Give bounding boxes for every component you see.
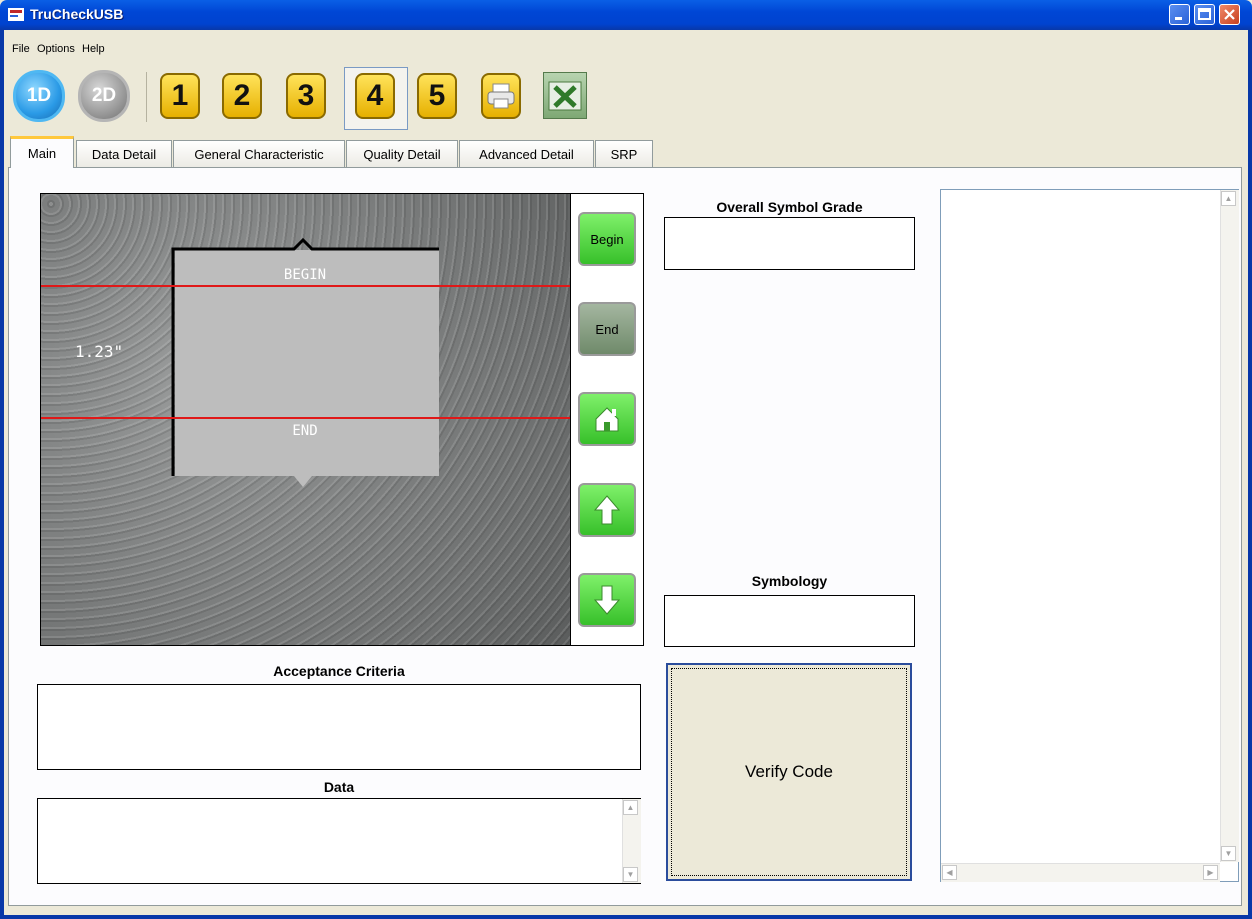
- home-icon[interactable]: [578, 392, 636, 446]
- step-5-button[interactable]: 5: [417, 73, 457, 119]
- app-icon: [8, 7, 24, 22]
- menu-options[interactable]: Options: [37, 43, 75, 55]
- maximize-icon[interactable]: [1194, 4, 1215, 25]
- symbology-label: Symbology: [751, 573, 828, 589]
- tab-data-detail[interactable]: Data Detail: [76, 140, 172, 167]
- arrow-down-icon[interactable]: [578, 573, 636, 627]
- minimize-icon[interactable]: [1169, 4, 1190, 25]
- close-icon[interactable]: [1219, 4, 1240, 25]
- tab-main[interactable]: Main: [10, 136, 74, 168]
- step-2-button[interactable]: 2: [222, 73, 262, 119]
- results-scroll-right-icon[interactable]: ▶: [1203, 865, 1218, 880]
- 1d-button[interactable]: 1D: [13, 70, 65, 122]
- end-button[interactable]: End: [578, 302, 636, 356]
- data-scroll-up-icon[interactable]: ▲: [623, 800, 638, 815]
- results-scroll-left-icon[interactable]: ◀: [942, 865, 957, 880]
- step-3-button[interactable]: 3: [286, 73, 326, 119]
- menu-file[interactable]: File: [12, 43, 30, 55]
- step-4-button[interactable]: 4: [355, 73, 395, 119]
- tab-quality-detail[interactable]: Quality Detail: [346, 140, 458, 167]
- camera-view[interactable]: BEGIN END 1.23": [40, 193, 571, 646]
- excel-export-icon[interactable]: [543, 72, 587, 119]
- data-field[interactable]: [37, 798, 641, 884]
- symbology-field: [664, 595, 915, 647]
- tab-advanced-detail[interactable]: Advanced Detail: [459, 140, 594, 167]
- overall-grade-field: [664, 217, 915, 270]
- begin-button[interactable]: Begin: [578, 212, 636, 266]
- menu-help[interactable]: Help: [82, 43, 105, 55]
- end-marker-label: END: [292, 423, 318, 439]
- overall-grade-label: Overall Symbol Grade: [716, 199, 863, 215]
- measurement-readout: 1.23": [75, 342, 124, 361]
- window-frame-right: [1248, 30, 1252, 919]
- tab-general-characteristic[interactable]: General Characteristic: [173, 140, 345, 167]
- acceptance-criteria-field: [37, 684, 641, 770]
- print-icon[interactable]: [481, 73, 521, 119]
- window-title: TruCheckUSB: [30, 6, 124, 22]
- results-scroll-down-icon[interactable]: ▼: [1221, 846, 1236, 861]
- step-1-button[interactable]: 1: [160, 73, 200, 119]
- data-scroll-down-icon[interactable]: ▼: [623, 867, 638, 882]
- window-frame-bottom: [0, 915, 1252, 919]
- 2d-label: 2D: [91, 85, 117, 106]
- tab-srp[interactable]: SRP: [595, 140, 653, 167]
- 2d-button[interactable]: 2D: [78, 70, 130, 122]
- results-vscrollbar[interactable]: [1220, 190, 1239, 862]
- arrow-up-icon[interactable]: [578, 483, 636, 537]
- title-bar[interactable]: [0, 0, 1252, 30]
- begin-marker-label: BEGIN: [283, 267, 327, 283]
- 1d-label: 1D: [26, 85, 52, 106]
- acceptance-criteria-label: Acceptance Criteria: [273, 663, 405, 679]
- results-pane[interactable]: [940, 189, 1239, 882]
- toolbar-separator: [146, 72, 147, 122]
- window-frame-left: [0, 30, 4, 919]
- verify-code-button[interactable]: Verify Code: [666, 663, 912, 881]
- results-scroll-up-icon[interactable]: ▲: [1221, 191, 1236, 206]
- scan-region-overlay: [41, 237, 570, 487]
- data-label: Data: [323, 779, 355, 795]
- results-hscrollbar[interactable]: [941, 863, 1220, 882]
